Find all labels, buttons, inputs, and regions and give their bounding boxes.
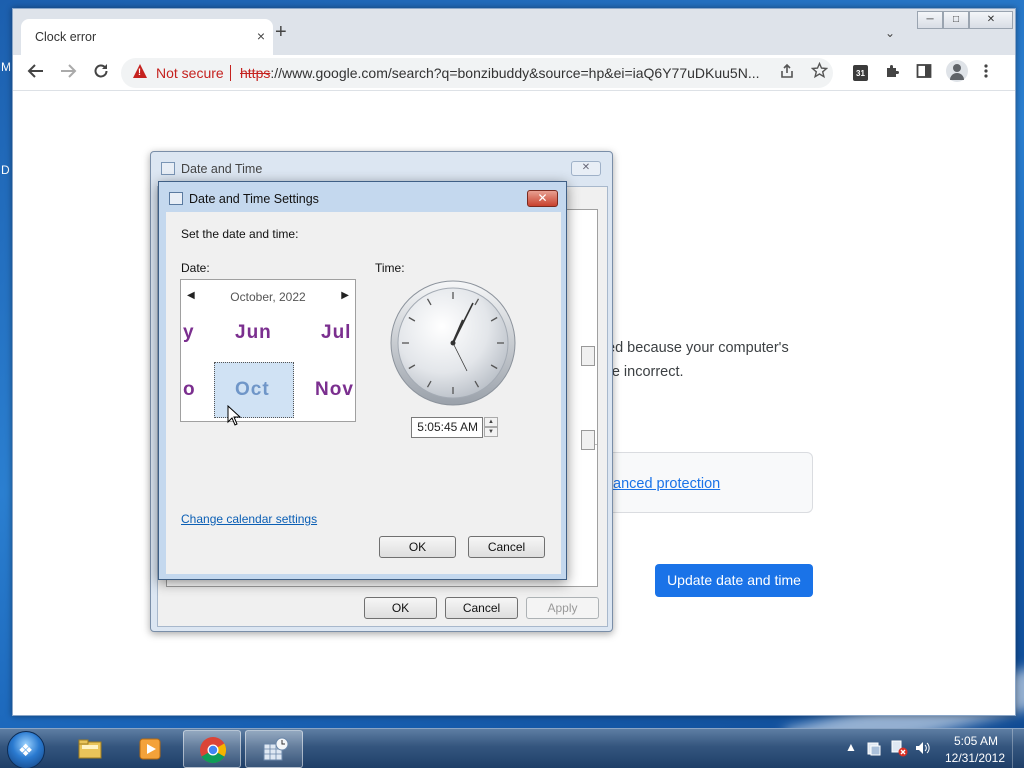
time-spinner[interactable]: ▲ ▼ <box>484 417 498 438</box>
show-hidden-icons-arrow[interactable]: ▲ <box>845 740 857 754</box>
calendar-month[interactable]: Jun <box>235 322 272 344</box>
start-button[interactable]: ❖ <box>7 731 45 768</box>
calendar-clock-icon <box>161 162 175 175</box>
taskbar-media-player[interactable] <box>121 730 179 768</box>
warning-triangle-icon[interactable]: ! <box>133 64 147 78</box>
side-panel-icon[interactable] <box>916 63 932 83</box>
taskbar-date-time[interactable] <box>245 730 303 768</box>
volume-icon[interactable] <box>914 740 932 756</box>
windows-logo-icon: ❖ <box>18 741 34 760</box>
address-bar[interactable]: ! Not secure https://www.google.com/sear… <box>121 58 833 88</box>
url-text[interactable]: https://www.google.com/search?q=bonzibud… <box>240 65 770 81</box>
calendar-month[interactable]: o <box>183 379 196 401</box>
share-icon[interactable] <box>779 63 795 83</box>
tab-close-icon[interactable]: × <box>257 28 265 44</box>
analog-clock-icon <box>390 280 516 406</box>
omnibox-separator <box>230 65 231 81</box>
reload-icon[interactable] <box>92 62 110 84</box>
tab-title: Clock error <box>35 30 97 44</box>
hidden-button[interactable] <box>581 346 595 366</box>
taskbar-clock-date[interactable]: 12/31/2012 <box>940 751 1010 765</box>
date-time-settings-dialog: Date and Time Settings ✕ Set the date an… <box>158 181 567 580</box>
calendar-month[interactable]: Nov <box>315 379 354 401</box>
error-message-line-2: re incorrect. <box>607 364 684 380</box>
desktop-icon-label[interactable]: D <box>1 163 10 177</box>
chrome-icon <box>200 737 227 764</box>
calendar-header[interactable]: October, 2022 <box>181 290 355 304</box>
dialog-body: Set the date and time: Date: Time: ◀ Oct… <box>166 212 561 574</box>
date-label: Date: <box>181 261 210 275</box>
taskbar-clock-time[interactable]: 5:05 AM <box>946 734 1006 748</box>
new-tab-button[interactable]: + <box>275 22 287 42</box>
bookmark-star-icon[interactable] <box>810 61 829 84</box>
close-button[interactable]: ✕ <box>527 190 558 207</box>
back-arrow-icon[interactable] <box>27 62 45 84</box>
apply-button[interactable]: Apply <box>526 597 599 619</box>
ok-button[interactable]: OK <box>364 597 437 619</box>
hidden-button[interactable] <box>581 430 595 450</box>
tab-search-chevron-icon[interactable]: ⌄ <box>885 26 895 40</box>
dialog-title: Date and Time Settings <box>189 192 319 206</box>
show-desktop-button[interactable] <box>1012 729 1024 768</box>
minimize-button[interactable]: ─ <box>917 11 943 29</box>
restore-button[interactable]: □ <box>943 11 969 29</box>
not-secure-label[interactable]: Not secure <box>156 65 224 81</box>
taskbar-explorer[interactable] <box>61 730 119 768</box>
profile-avatar-icon[interactable] <box>946 60 968 82</box>
taskbar: ❖ ▲ 5:05 AM 12/31/2012 <box>0 728 1024 768</box>
change-calendar-settings-link[interactable]: Change calendar settings <box>181 512 317 526</box>
more-menu-icon[interactable] <box>983 63 989 83</box>
next-arrow-icon[interactable]: ▶ <box>341 290 349 301</box>
error-message-line-1: ed because your computer's <box>607 340 789 356</box>
tab-clock-error[interactable]: Clock error × <box>21 19 273 55</box>
set-date-time-label: Set the date and time: <box>181 227 299 241</box>
calendar-clock-icon <box>169 192 183 205</box>
tab-strip: Clock error × + ⌄ ─ □ ✕ <box>13 9 1015 55</box>
folder-icon <box>78 739 102 759</box>
ok-button[interactable]: OK <box>379 536 456 558</box>
calendar-clock-icon <box>263 737 289 761</box>
extensions-puzzle-icon[interactable] <box>884 63 901 84</box>
close-window-button[interactable]: ✕ <box>969 11 1013 29</box>
forward-arrow-icon[interactable] <box>59 62 77 84</box>
calendar-month-selected[interactable]: Oct <box>214 362 294 418</box>
browser-toolbar: ! Not secure https://www.google.com/sear… <box>13 55 1015 91</box>
media-player-icon <box>139 738 161 760</box>
time-label: Time: <box>375 261 405 275</box>
window-title: Date and Time <box>181 162 263 176</box>
action-center-flag-icon[interactable] <box>866 740 882 756</box>
close-button[interactable]: ✕ <box>571 161 601 176</box>
update-date-time-button[interactable]: Update date and time <box>655 564 813 597</box>
spin-down-icon[interactable]: ▼ <box>484 427 498 437</box>
calendar-month[interactable]: Jul <box>321 322 351 344</box>
selected-month-label: Oct <box>235 379 270 400</box>
cancel-button[interactable]: Cancel <box>445 597 518 619</box>
calendar-extension-icon[interactable]: 31 <box>853 65 868 81</box>
calendar[interactable]: ◀ October, 2022 ▶ y Jun Jul o Oct Nov <box>180 279 356 422</box>
advanced-protection-link[interactable]: anced protection <box>613 476 720 492</box>
calendar-month[interactable]: y <box>183 322 195 344</box>
mouse-cursor-icon <box>227 405 241 426</box>
cancel-button[interactable]: Cancel <box>468 536 545 558</box>
desktop-icon-label[interactable]: M <box>1 60 11 74</box>
spin-up-icon[interactable]: ▲ <box>484 417 498 427</box>
window-controls: ─ □ ✕ <box>917 11 1013 29</box>
taskbar-chrome[interactable] <box>183 730 241 768</box>
network-disconnected-icon[interactable] <box>890 739 908 757</box>
time-input[interactable]: 5:05:45 AM <box>411 417 483 438</box>
